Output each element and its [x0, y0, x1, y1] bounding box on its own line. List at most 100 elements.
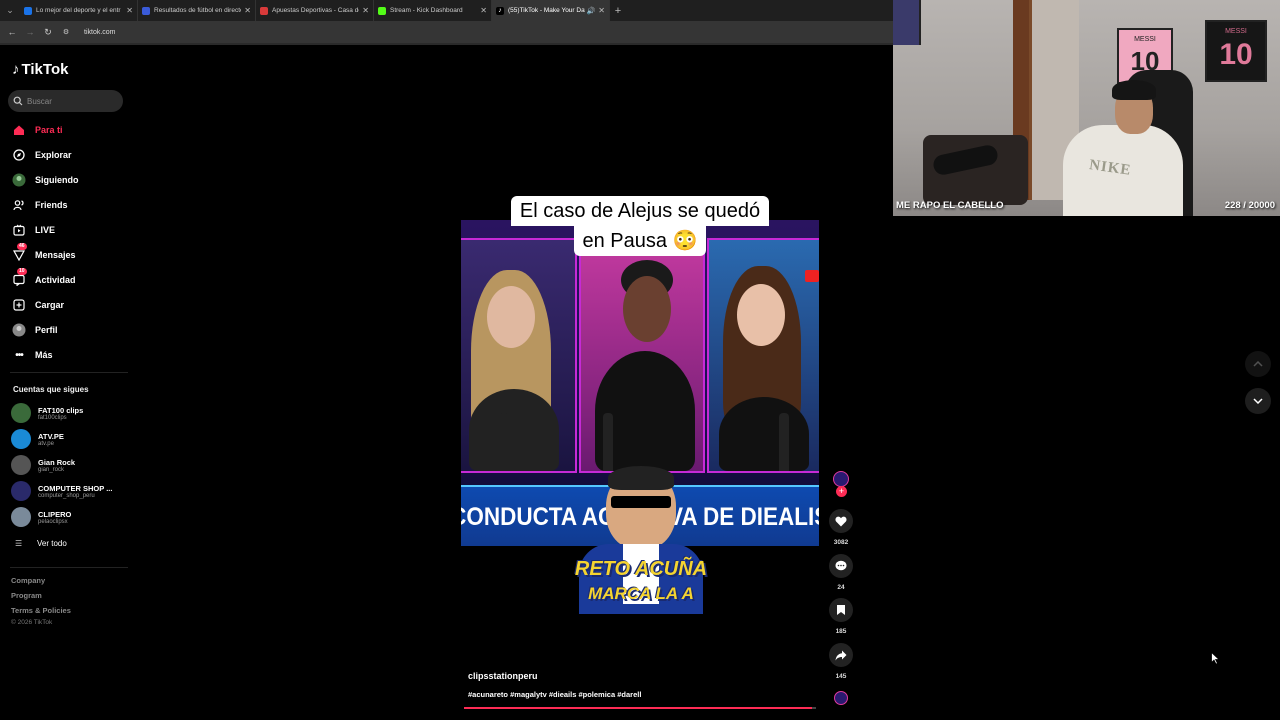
sidebar: ♪ TikTok Para ti Explorar Siguiendo Frie…: [0, 45, 130, 720]
avatar: [11, 403, 31, 423]
upload-icon: [12, 298, 26, 312]
nav-siguiendo[interactable]: Siguiendo: [12, 171, 79, 189]
browser-tab[interactable]: Apuestas Deportivas - Casa de ✕: [256, 0, 374, 21]
nav-cargar[interactable]: Cargar: [12, 296, 64, 314]
footer-company-link[interactable]: Company: [11, 576, 45, 585]
following-section-title: Cuentas que sigues: [13, 385, 89, 394]
tv-logo: [805, 270, 819, 282]
nav-mensajes[interactable]: 46 Mensajes: [12, 243, 76, 264]
close-tab-icon[interactable]: ✕: [480, 6, 487, 15]
tiktok-logo[interactable]: ♪ TikTok: [12, 61, 68, 78]
messages-badge: 46: [17, 243, 27, 250]
chevron-up-icon: [1253, 361, 1263, 367]
browser-tab-bar: ⌄ Lo mejor del deporte y el entr ✕ Result…: [0, 0, 893, 21]
messi-jersey-frame: MESSI 10: [1205, 20, 1267, 82]
avatar: [11, 481, 31, 501]
next-video-button[interactable]: [1245, 388, 1271, 414]
copyright: © 2026 TikTok: [11, 619, 53, 626]
footer-program-link[interactable]: Program: [11, 591, 42, 600]
save-count: 185: [835, 628, 847, 635]
nav-friends[interactable]: Friends: [12, 196, 68, 214]
share-button[interactable]: [829, 643, 853, 667]
new-tab-button[interactable]: +: [610, 5, 626, 17]
comment-button[interactable]: [829, 554, 853, 578]
follow-plus-button[interactable]: +: [836, 486, 847, 497]
video-hashtags[interactable]: #acunareto #magalytv #dieails #polemica …: [468, 690, 641, 699]
search-input[interactable]: [27, 96, 117, 106]
profile-icon: [12, 323, 26, 337]
video-caption: El caso de Alejus se quedó en Pausa 😳: [499, 196, 781, 256]
video-panel-left: [461, 238, 577, 473]
tab-favicon: [142, 6, 150, 15]
nav-explorar[interactable]: Explorar: [12, 146, 72, 164]
nav-actividad[interactable]: 10 Actividad: [12, 268, 76, 289]
activity-badge: 10: [17, 268, 27, 275]
save-button[interactable]: [829, 598, 853, 622]
messages-icon: 46: [12, 243, 27, 262]
followed-account[interactable]: CLIPERO pelaoclipsx: [11, 507, 71, 527]
see-all-link[interactable]: ☰ Ver todo: [15, 539, 67, 548]
home-icon: [12, 123, 26, 137]
previous-video-button[interactable]: [1245, 351, 1271, 377]
search-box[interactable]: [8, 90, 123, 112]
back-icon[interactable]: ←: [6, 27, 18, 37]
browser-tab[interactable]: Resultados de fútbol en directo ✕: [138, 0, 256, 21]
followed-account[interactable]: ATV.PE atv.pe: [11, 429, 64, 449]
person-face: [737, 284, 785, 346]
reto-acuna-logo: RETO ACUÑA MARCA LA A: [574, 558, 708, 603]
music-disc-avatar[interactable]: [834, 691, 848, 705]
activity-icon: 10: [12, 268, 27, 287]
nav-live[interactable]: LIVE: [12, 221, 55, 239]
forward-icon[interactable]: →: [24, 27, 36, 37]
followed-account[interactable]: Gian Rock gian_rock: [11, 455, 75, 475]
video-player[interactable]: CONDUCTA AGRESIVA DE DIEALIS RETO ACUÑA …: [461, 196, 819, 710]
comment-icon: [835, 560, 847, 571]
video-progress-bar[interactable]: [464, 707, 816, 709]
video-author[interactable]: clipsstationperu: [468, 671, 538, 681]
followed-account[interactable]: COMPUTER SHOP ... computer_shop_peru: [11, 481, 112, 501]
share-count: 145: [835, 673, 847, 680]
bookmark-icon: [837, 605, 845, 615]
creator-avatar[interactable]: [833, 471, 849, 487]
browser-tab-active[interactable]: ♪ (55)TikTok - Make Your Day 🔊 ✕: [492, 0, 610, 21]
person-face: [487, 286, 535, 348]
like-button[interactable]: [829, 509, 853, 533]
search-icon: [13, 96, 23, 106]
chevron-down-icon: [1253, 398, 1263, 404]
reload-icon[interactable]: ↻: [42, 27, 54, 38]
stream-goal-label: ME RAPO EL CABELLO: [896, 200, 1004, 211]
mascot-hair: [608, 466, 674, 490]
speaker-icon[interactable]: 🔊: [587, 7, 596, 15]
followed-account[interactable]: FAT100 clips fat100clips: [11, 403, 83, 423]
nav-para-ti[interactable]: Para ti: [12, 121, 63, 139]
live-icon: [12, 223, 26, 237]
microphone: [779, 413, 789, 471]
webcam-overlay: MESSI 10 MESSI 10 NIKE ME RAPO EL CABELL…: [893, 0, 1280, 216]
close-tab-icon[interactable]: ✕: [598, 6, 605, 15]
wall-poster: [893, 0, 921, 45]
nav-perfil[interactable]: Perfil: [12, 321, 58, 339]
close-tab-icon[interactable]: ✕: [126, 6, 133, 15]
heart-icon: [835, 516, 847, 526]
footer-terms-link[interactable]: Terms & Policies: [11, 606, 71, 615]
nav-mas[interactable]: ••• Más: [12, 346, 52, 364]
divider: [10, 372, 128, 373]
tab-favicon: [24, 6, 32, 15]
browser-tab[interactable]: Stream - Kick Dashboard ✕: [374, 0, 492, 21]
chrome-divider: [0, 43, 893, 45]
microphone: [603, 413, 613, 471]
mouse-cursor-icon: [1211, 652, 1220, 665]
tab-favicon: [260, 6, 268, 15]
like-count: 3082: [833, 539, 849, 546]
close-tab-icon[interactable]: ✕: [362, 6, 369, 15]
more-icon: •••: [15, 349, 24, 361]
divider: [10, 567, 128, 568]
compass-icon: [12, 148, 26, 162]
person-face: [623, 276, 671, 342]
browser-tab[interactable]: Lo mejor del deporte y el entr ✕: [20, 0, 138, 21]
close-tab-icon[interactable]: ✕: [244, 6, 251, 15]
url-field[interactable]: tiktok.com: [84, 29, 116, 36]
tiktok-note-icon: ♪: [12, 61, 20, 78]
tab-search-icon[interactable]: ⌄: [0, 0, 20, 21]
site-info-icon[interactable]: ⚙: [60, 28, 72, 36]
